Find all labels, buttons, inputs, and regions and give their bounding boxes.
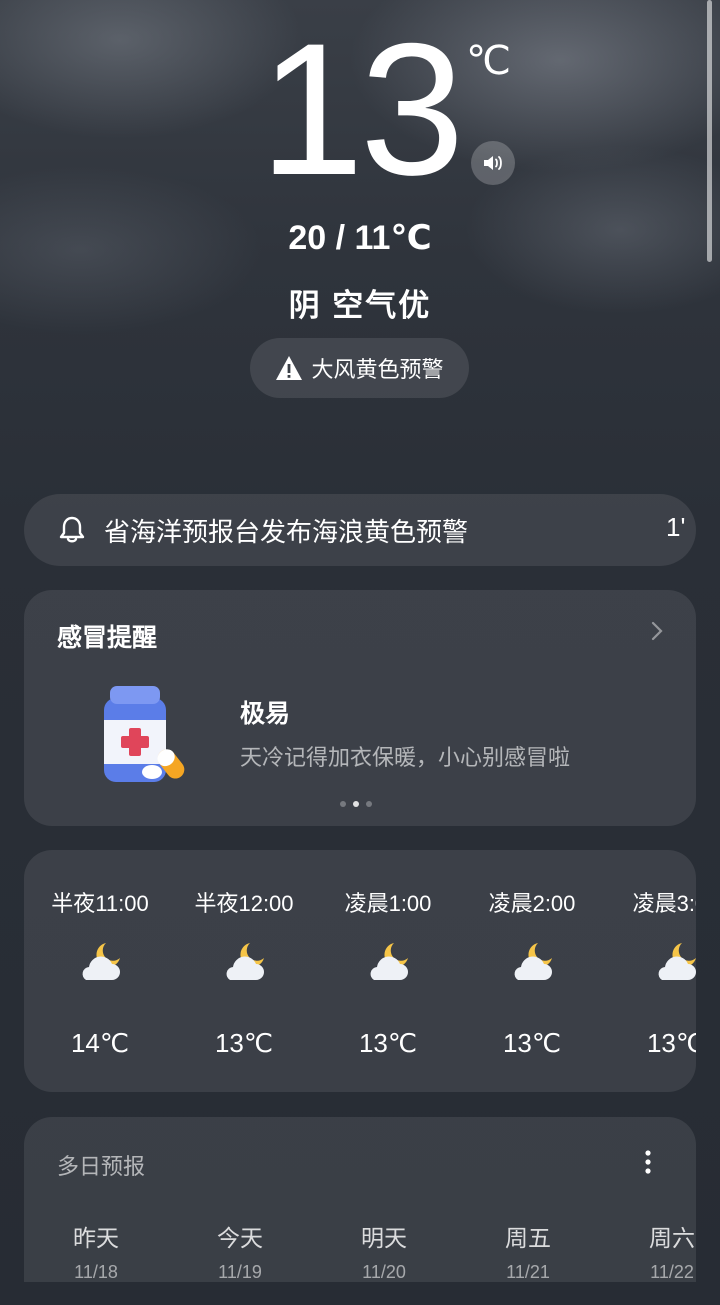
voice-broadcast-button[interactable]: [471, 141, 515, 185]
hourly-time: 凌晨3:00: [632, 891, 696, 916]
weather-alert-button[interactable]: 大风黄色预警: [250, 338, 469, 398]
temperature-range: 20 / 11℃: [288, 219, 432, 257]
daily-date: 11/20: [362, 1262, 406, 1282]
daily-date: 11/22: [650, 1262, 694, 1282]
daily-date: 11/19: [218, 1262, 262, 1282]
daily-date: 11/21: [506, 1262, 550, 1282]
bell-icon: [59, 516, 85, 543]
daily-name: 今天: [217, 1225, 263, 1251]
medicine-bottle-icon: [104, 686, 185, 782]
cloud-moon-icon: [514, 943, 552, 980]
alert-ticker-text: 省海洋预报台发布海浪黄色预警: [104, 517, 469, 547]
daily-name: 明天: [361, 1225, 407, 1251]
weather-alert-label: 大风黄色预警: [311, 357, 444, 382]
multi-day-forecast-card[interactable]: 多日预报 昨天 11/18 今天 11/19 明天 11/20 周五 11/21…: [24, 1117, 696, 1305]
hourly-temp: 13℃: [502, 1028, 562, 1058]
page-dot: [340, 801, 346, 807]
cloud-moon-icon: [226, 943, 264, 980]
hourly-temp: 13℃: [358, 1028, 418, 1058]
hourly-temp: 13℃: [646, 1028, 696, 1058]
more-options-icon[interactable]: [642, 1149, 654, 1175]
hourly-time: 凌晨1:00: [344, 891, 432, 916]
hourly-time: 半夜11:00: [51, 891, 149, 916]
daily-date: 11/18: [74, 1262, 118, 1282]
daily-name: 周六: [649, 1225, 695, 1251]
current-temperature: 13: [259, 4, 464, 214]
warning-icon: [276, 356, 303, 380]
cold-risk-description: 天冷记得加衣保暖，小心别感冒啦: [240, 745, 571, 770]
hourly-forecast-card[interactable]: 半夜11:00 14℃ 半夜12:00 13℃ 凌晨1:00 13℃ 凌晨2:0…: [24, 850, 696, 1092]
hourly-item[interactable]: 半夜11:00 14℃: [28, 850, 172, 1092]
hourly-item[interactable]: 凌晨1:00 13℃: [316, 850, 460, 1092]
speaker-icon: [484, 156, 502, 170]
cloud-moon-icon: [658, 943, 696, 980]
hourly-item[interactable]: 凌晨3:00 13℃: [604, 850, 696, 1092]
cloud-moon-icon: [370, 943, 408, 980]
hourly-temp: 14℃: [70, 1028, 130, 1058]
cold-risk-level: 极易: [240, 700, 291, 728]
hourly-item[interactable]: 凌晨2:00 13℃: [460, 850, 604, 1092]
weather-condition: 阴 空气优: [288, 288, 432, 323]
hourly-temp: 13℃: [214, 1028, 274, 1058]
daily-name: 昨天: [73, 1225, 119, 1251]
bottom-edge: [0, 1282, 720, 1305]
cloud-moon-icon: [82, 943, 120, 980]
alert-ticker[interactable]: 省海洋预报台发布海浪黄色预警 1': [24, 494, 696, 566]
page-dot-active: [353, 801, 359, 807]
temperature-unit: ℃: [466, 39, 511, 83]
hourly-time: 半夜12:00: [194, 891, 294, 916]
page-indicator: [340, 801, 372, 807]
chevron-right-icon[interactable]: [650, 620, 664, 642]
page-dot: [366, 801, 372, 807]
alert-ticker-next: 1': [666, 512, 686, 542]
multi-day-forecast-title: 多日预报: [57, 1154, 146, 1179]
daily-name: 周五: [505, 1225, 551, 1251]
hourly-time: 凌晨2:00: [488, 891, 576, 916]
hourly-item[interactable]: 半夜12:00 13℃: [172, 850, 316, 1092]
cold-reminder-card[interactable]: 感冒提醒 极易 天冷记得加衣保暖，小心别感冒啦: [24, 590, 696, 826]
cold-reminder-title: 感冒提醒: [57, 624, 158, 652]
